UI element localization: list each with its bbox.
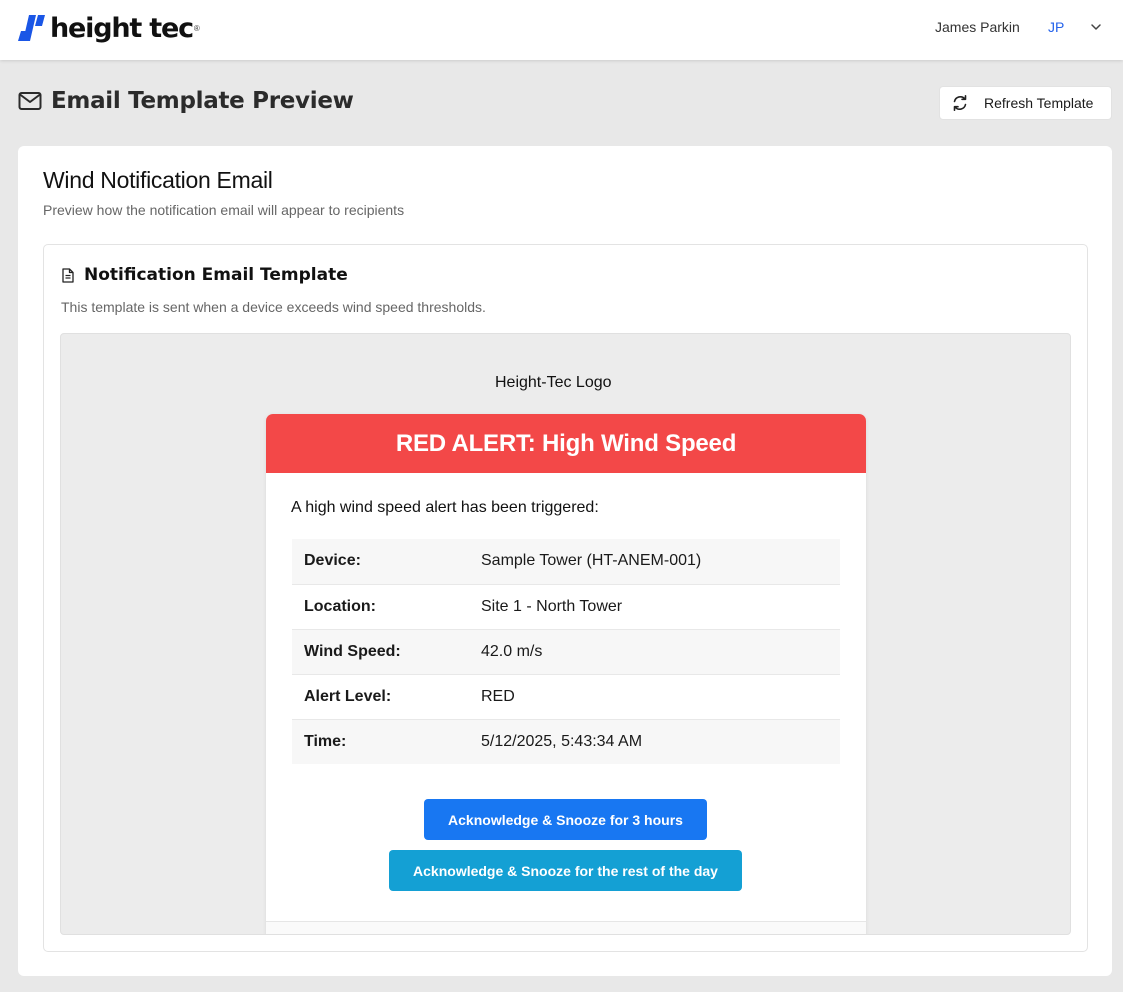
details-value: Site 1 - North Tower (469, 584, 840, 630)
logo-mark-icon (18, 15, 45, 41)
details-row-device: Device: Sample Tower (HT-ANEM-001) (292, 539, 840, 585)
alert-details-table: Device: Sample Tower (HT-ANEM-001) Locat… (292, 539, 840, 764)
details-row-alert-level: Alert Level: RED (292, 674, 840, 720)
refresh-template-label: Refresh Template (984, 95, 1094, 111)
email-footer (266, 922, 866, 934)
details-value: Sample Tower (HT-ANEM-001) (469, 539, 840, 585)
details-row-time: Time: 5/12/2025, 5:43:34 AM (292, 719, 840, 764)
user-avatar-initials[interactable]: JP (1048, 19, 1064, 35)
top-navigation-bar: height tec ® James Parkin JP (0, 0, 1123, 60)
email-body: RED ALERT: High Wind Speed A high wind s… (266, 414, 866, 934)
snooze-rest-of-day-button[interactable]: Acknowledge & Snooze for the rest of the… (389, 850, 742, 891)
email-alert-header: RED ALERT: High Wind Speed (266, 414, 866, 473)
logo-registered-mark: ® (193, 23, 200, 33)
details-label: Time: (292, 719, 469, 764)
template-section: Notification Email Template This templat… (43, 244, 1088, 952)
email-preview-frame: Height-Tec Logo RED ALERT: High Wind Spe… (60, 333, 1071, 935)
document-icon (62, 267, 74, 283)
wind-notification-card: Wind Notification Email Preview how the … (18, 146, 1112, 976)
details-value: 5/12/2025, 5:43:34 AM (469, 719, 840, 764)
email-intro-text: A high wind speed alert has been trigger… (291, 499, 599, 516)
email-logo-image: Height-Tec Logo (495, 374, 612, 392)
mail-icon (18, 92, 42, 110)
details-label: Wind Speed: (292, 629, 469, 675)
details-row-wind-speed: Wind Speed: 42.0 m/s (292, 629, 840, 675)
details-value: 42.0 m/s (469, 629, 840, 675)
page-title: Email Template Preview (51, 88, 354, 114)
chevron-down-icon[interactable] (1089, 20, 1103, 34)
details-label: Location: (292, 584, 469, 630)
card-subtitle: Preview how the notification email will … (43, 202, 405, 218)
user-name[interactable]: James Parkin (935, 19, 1020, 35)
details-value: RED (469, 674, 840, 720)
refresh-template-button[interactable]: Refresh Template (939, 86, 1112, 120)
details-row-location: Location: Site 1 - North Tower (292, 584, 840, 630)
snooze-3-hours-button[interactable]: Acknowledge & Snooze for 3 hours (424, 799, 707, 840)
template-section-title: Notification Email Template (84, 265, 348, 285)
template-section-header: Notification Email Template (61, 265, 348, 285)
email-logo-alt-text: Height-Tec Logo (495, 374, 612, 391)
details-label: Alert Level: (292, 674, 469, 720)
refresh-icon (953, 94, 967, 112)
logo-text: height tec (50, 12, 194, 44)
details-label: Device: (292, 539, 469, 585)
page-title-row: Email Template Preview (18, 88, 354, 114)
card-title: Wind Notification Email (43, 167, 273, 193)
height-tec-logo[interactable]: height tec ® (18, 12, 200, 44)
template-section-description: This template is sent when a device exce… (61, 299, 486, 315)
